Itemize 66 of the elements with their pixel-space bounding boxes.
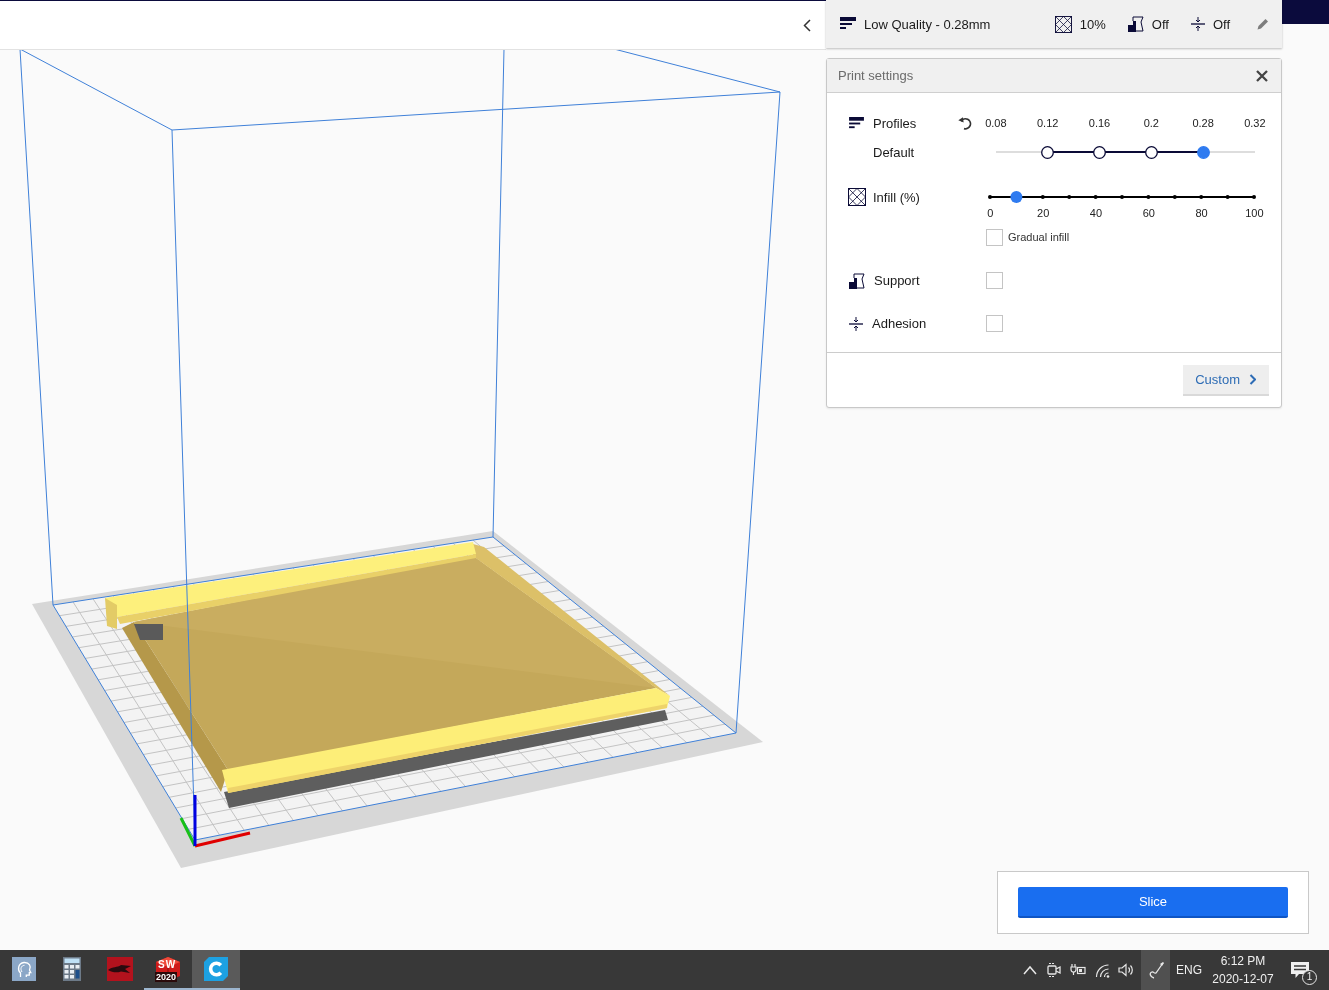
support-icon xyxy=(1127,16,1144,32)
slider-thumb[interactable] xyxy=(1010,191,1023,203)
panel-title: Print settings xyxy=(838,68,914,83)
setting-label: Support xyxy=(874,273,920,288)
close-icon xyxy=(1256,69,1268,82)
checkbox[interactable] xyxy=(986,272,1003,289)
camera-icon xyxy=(1047,962,1061,978)
ring-logo-icon xyxy=(204,957,228,981)
scale-label: 100 xyxy=(1244,207,1265,219)
slider-stop[interactable] xyxy=(1093,146,1106,159)
profile-name: Default xyxy=(873,144,915,160)
checkbox[interactable] xyxy=(986,228,1003,246)
infill-icon xyxy=(1054,15,1072,33)
tray-icon-button[interactable] xyxy=(1141,950,1170,990)
adhesion-summary: Off xyxy=(1212,16,1230,32)
calculator-icon xyxy=(63,957,81,981)
battery-icon xyxy=(1070,963,1086,977)
scale-label: 20 xyxy=(1036,207,1051,219)
print-setup-bar[interactable]: Low Quality - 0.28mm 10% Off Off xyxy=(826,0,1282,48)
infill-summary: 10% xyxy=(1079,16,1106,32)
slider-thumb[interactable] xyxy=(1196,146,1210,159)
checkbox-label: Gradual infill xyxy=(1008,231,1070,243)
profile-icon xyxy=(840,17,856,31)
adhesion-icon xyxy=(849,316,863,331)
wifi-icon xyxy=(1094,962,1110,978)
layer-height-option[interactable]: 0.32 xyxy=(1244,114,1266,132)
scale-label: 40 xyxy=(1088,207,1104,219)
layer-height-option[interactable]: 0.12 xyxy=(1037,114,1059,159)
support-summary: Off xyxy=(1151,16,1169,32)
setting-label: Infill (%) xyxy=(873,189,920,205)
layer-height-option[interactable]: 0.16 xyxy=(1088,114,1111,159)
setting-label: Profiles xyxy=(873,115,917,131)
support-icon xyxy=(849,272,865,289)
head-tile-icon xyxy=(12,957,36,981)
checkbox[interactable] xyxy=(986,315,1003,332)
scale-label: 80 xyxy=(1194,207,1209,219)
profile-summary: Low Quality - 0.28mm xyxy=(864,16,991,32)
scale-label: 0 xyxy=(986,207,995,219)
clock-button[interactable]: 6:12 PM 2020-12-07 xyxy=(1208,950,1278,990)
layer-height-option[interactable]: 0.2 xyxy=(1143,114,1159,159)
infill-icon xyxy=(848,188,866,206)
profile-icon xyxy=(849,116,864,130)
slider-stop[interactable] xyxy=(1041,146,1055,159)
layer-height-option[interactable]: 0.08 xyxy=(985,114,1007,132)
language-button[interactable]: ENG xyxy=(1170,950,1208,990)
close-button[interactable] xyxy=(1254,67,1270,84)
app-header-bar xyxy=(1282,0,1329,24)
custom-button[interactable]: Custom xyxy=(1183,365,1269,396)
chevron-right-icon xyxy=(1249,374,1256,385)
chevron-up-icon xyxy=(1023,965,1037,975)
taskbar-app-button[interactable] xyxy=(192,950,240,990)
slider-stop[interactable] xyxy=(1144,146,1158,159)
slice-button[interactable]: Slice xyxy=(1018,887,1288,918)
layer-height-option[interactable]: 0.28 xyxy=(1192,114,1214,159)
setting-label: Adhesion xyxy=(872,316,927,331)
pen-icon xyxy=(1147,961,1164,979)
notification-badge: 1 xyxy=(1302,970,1317,985)
reset-icon[interactable] xyxy=(958,116,972,130)
swoosh-logo-icon xyxy=(107,957,133,981)
scale-label: 60 xyxy=(1141,207,1156,219)
chevron-left-icon xyxy=(803,18,811,32)
notification-button[interactable]: 1 xyxy=(1278,950,1322,990)
pencil-icon[interactable] xyxy=(1257,18,1269,30)
layer-height-slider[interactable]: 0.08 0.12 0.16 0.2 0.28 0.32 xyxy=(970,114,1281,162)
speaker-icon xyxy=(1118,962,1134,978)
adhesion-icon xyxy=(1190,17,1205,31)
